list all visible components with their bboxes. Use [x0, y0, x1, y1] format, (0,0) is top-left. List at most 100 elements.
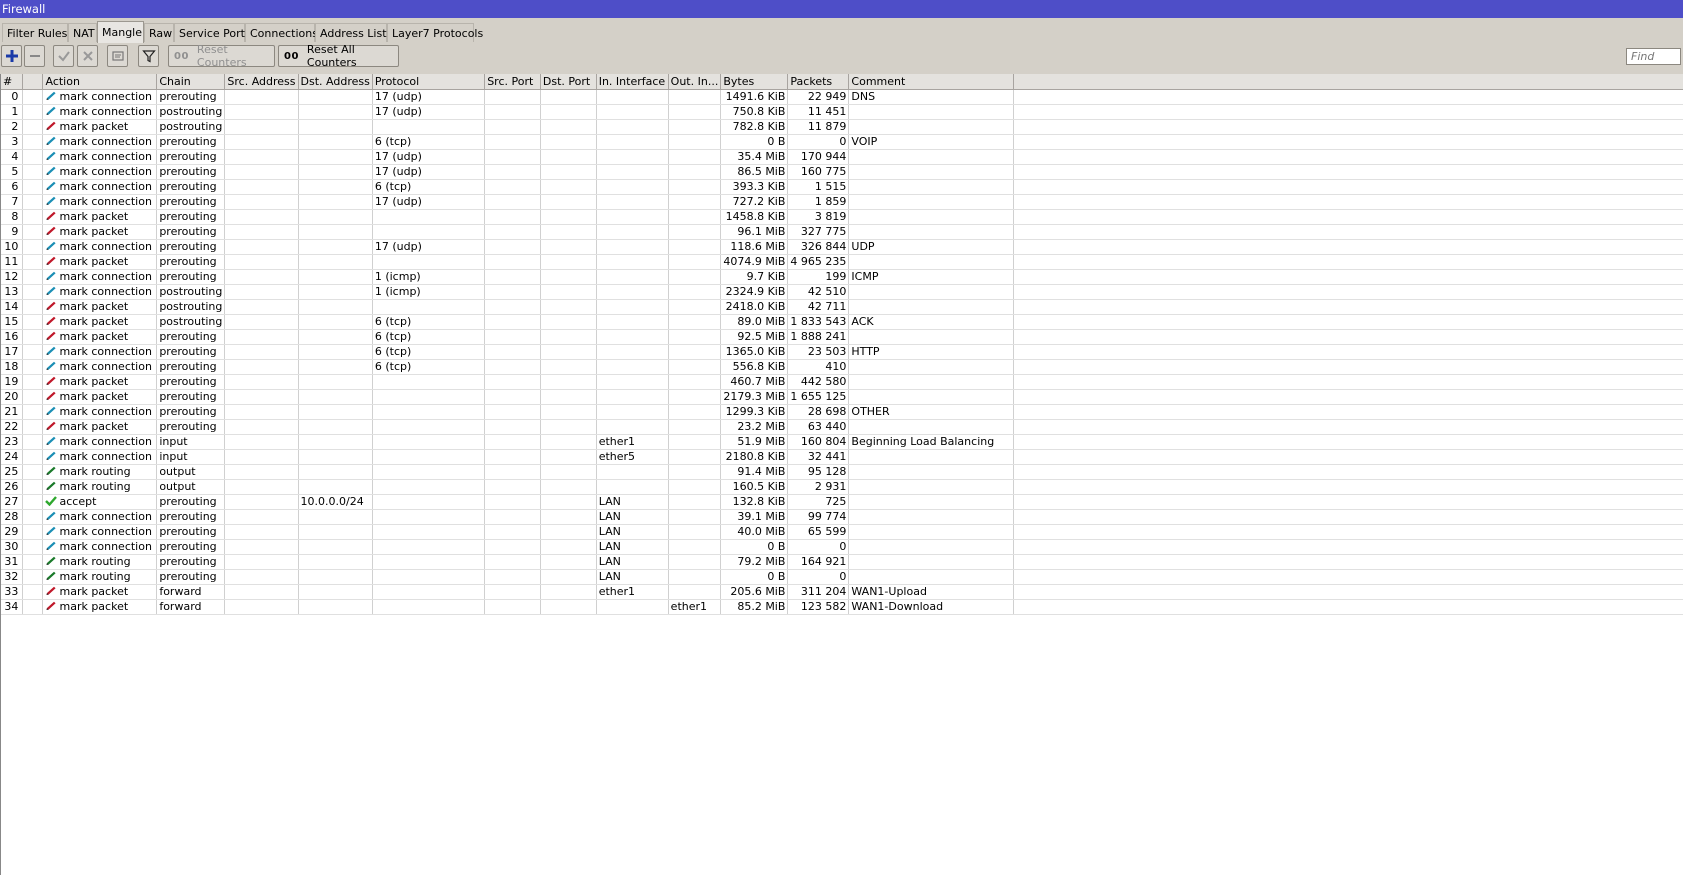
column-header-packets[interactable]: Packets: [787, 74, 850, 90]
table-row[interactable]: 16 mark packet prerouting 6 (tcp) 92.5 MiB 1 …: [1, 329, 1683, 345]
action-label: mark connection: [59, 270, 152, 283]
column-header-in-interface[interactable]: In. Interface: [596, 74, 669, 90]
dst-port-cell: [540, 194, 597, 210]
reset-counters-button[interactable]: 00 Reset Counters: [168, 43, 275, 69]
table-row[interactable]: 5 mark connection prerouting 17 (udp) 86.5 M…: [1, 164, 1683, 180]
chain-cell: postrouting: [156, 119, 226, 135]
table-row[interactable]: 26 mark routing output 160.5 KiB 2 931: [1, 479, 1683, 495]
dst-port-cell: [540, 404, 597, 420]
table-row[interactable]: 25 mark routing output 91.4 MiB 95 128: [1, 464, 1683, 480]
mark-packet-pencil-icon: [45, 601, 57, 611]
table-row[interactable]: 20 mark packet prerouting 2179.3 MiB 1 655 1…: [1, 389, 1683, 405]
table-row[interactable]: 15 mark packet postrouting 6 (tcp) 89.0 MiB 1…: [1, 314, 1683, 330]
action-cell: mark packet: [42, 419, 158, 435]
table-row[interactable]: 2 mark packet postrouting 782.8 KiB 11 879: [1, 119, 1683, 135]
in-interface-cell: [596, 419, 669, 435]
tab-connections[interactable]: Connections: [245, 23, 318, 42]
table-row[interactable]: 17 mark connection prerouting 6 (tcp) 1365.0…: [1, 344, 1683, 360]
column-header-comment[interactable]: Comment: [848, 74, 1015, 90]
row-flags: [22, 569, 44, 585]
src-port-cell: [484, 449, 541, 465]
column-header-src-port[interactable]: Src. Port: [484, 74, 541, 90]
table-row[interactable]: 13 mark connection postrouting 1 (icmp) 2324…: [1, 284, 1683, 300]
action-label: mark connection: [59, 525, 152, 538]
table-row[interactable]: 1 mark connection postrouting 17 (udp) 750.8…: [1, 104, 1683, 120]
table-row[interactable]: 7 mark connection prerouting 17 (udp) 727.2 …: [1, 194, 1683, 210]
add-button[interactable]: [1, 45, 22, 67]
table-row[interactable]: 30 mark connection prerouting LAN 0 B0: [1, 539, 1683, 555]
table-row[interactable]: 6 mark connection prerouting 6 (tcp) 393.3 K…: [1, 179, 1683, 195]
column-header-chain[interactable]: Chain: [156, 74, 226, 90]
table-row[interactable]: 34 mark packet forward ether1 85.2 MiB 123 58…: [1, 599, 1683, 615]
column-header-protocol[interactable]: Protocol: [372, 74, 486, 90]
in-interface-cell: [596, 194, 669, 210]
table-row[interactable]: 21 mark connection prerouting 1299.3 KiB 28 …: [1, 404, 1683, 420]
column-header-dst-address[interactable]: Dst. Address: [298, 74, 373, 90]
table-row[interactable]: 32 mark routing prerouting LAN 0 B0: [1, 569, 1683, 585]
remove-button[interactable]: [24, 45, 45, 67]
column-header-src-address[interactable]: Src. Address: [224, 74, 299, 90]
tab-layer7-protocols[interactable]: Layer7 Protocols: [387, 23, 483, 42]
packets-cell: 164 921: [787, 554, 850, 570]
table-row[interactable]: 27 accept prerouting 10.0.0.0/24 LAN 132.8 Ki…: [1, 494, 1683, 510]
table-row[interactable]: 33 mark packet forward ether1 205.6 MiB 311 2…: [1, 584, 1683, 600]
table-row[interactable]: 0 mark connection prerouting 17 (udp) 1491.6…: [1, 89, 1683, 105]
tab-service-ports[interactable]: Service Ports: [174, 23, 251, 42]
table-row[interactable]: 10 mark connection prerouting 17 (udp) 118.6…: [1, 239, 1683, 255]
src-address-cell: [224, 509, 299, 525]
src-address-cell: [224, 119, 299, 135]
src-port-cell: [484, 434, 541, 450]
disable-button[interactable]: [77, 45, 98, 67]
column-header-out-interface[interactable]: Out. In...: [668, 74, 722, 90]
src-address-cell: [224, 389, 299, 405]
table-row[interactable]: 18 mark connection prerouting 6 (tcp) 556.8 …: [1, 359, 1683, 375]
table-row[interactable]: 23 mark connection input ether1 51.9 MiB 160 …: [1, 434, 1683, 450]
action-cell: mark packet: [42, 209, 158, 225]
table-row[interactable]: 28 mark connection prerouting LAN 39.1 MiB 99…: [1, 509, 1683, 525]
src-address-cell: [224, 359, 299, 375]
column-header-action[interactable]: Action: [42, 74, 158, 90]
table-row[interactable]: 14 mark packet postrouting 2418.0 KiB 42 711: [1, 299, 1683, 315]
in-interface-cell: LAN: [596, 509, 669, 525]
tab-nat[interactable]: NAT: [68, 23, 97, 42]
table-row[interactable]: 9 mark packet prerouting 96.1 MiB 327 775: [1, 224, 1683, 240]
row-flags: [22, 179, 44, 195]
column-header-bytes[interactable]: Bytes: [720, 74, 789, 90]
comment-cell: [848, 509, 1015, 525]
bytes-cell: 91.4 MiB: [720, 464, 789, 480]
tab-mangle[interactable]: Mangle: [97, 21, 144, 43]
column-header-number[interactable]: #: [1, 74, 24, 90]
in-interface-cell: [596, 314, 669, 330]
reset-all-counters-button[interactable]: 00 Reset All Counters: [278, 43, 399, 69]
table-row[interactable]: 11 mark packet prerouting 4074.9 MiB 4 965 2…: [1, 254, 1683, 270]
comment-cell: [848, 104, 1015, 120]
column-header-flags[interactable]: [22, 74, 44, 90]
src-address-cell: [224, 194, 299, 210]
table-row[interactable]: 12 mark connection prerouting 1 (icmp) 9.7 K…: [1, 269, 1683, 285]
comment-button[interactable]: [107, 45, 128, 67]
action-label: mark connection: [59, 360, 152, 373]
dst-address-cell: [298, 164, 373, 180]
in-interface-cell: [596, 104, 669, 120]
table-row[interactable]: 8 mark packet prerouting 1458.8 KiB 3 819: [1, 209, 1683, 225]
action-cell: mark connection: [42, 539, 158, 555]
column-header-dst-port[interactable]: Dst. Port: [540, 74, 597, 90]
in-interface-cell: [596, 119, 669, 135]
filter-button[interactable]: [138, 45, 159, 67]
tab-raw[interactable]: Raw: [144, 23, 174, 42]
out-interface-cell: [668, 449, 722, 465]
find-input[interactable]: [1626, 48, 1681, 65]
table-row[interactable]: 3 mark connection prerouting 6 (tcp) 0 B 0 VOI…: [1, 134, 1683, 150]
row-filler: [1013, 254, 1683, 270]
tab-filter-rules[interactable]: Filter Rules: [2, 23, 68, 42]
enable-button[interactable]: [53, 45, 74, 67]
table-row[interactable]: 19 mark packet prerouting 460.7 MiB 442 580: [1, 374, 1683, 390]
table-row[interactable]: 31 mark routing prerouting LAN 79.2 MiB 164 9…: [1, 554, 1683, 570]
action-cell: mark connection: [42, 269, 158, 285]
table-row[interactable]: 29 mark connection prerouting LAN 40.0 MiB 65…: [1, 524, 1683, 540]
table-row[interactable]: 4 mark connection prerouting 17 (udp) 35.4 M…: [1, 149, 1683, 165]
table-row[interactable]: 24 mark connection input ether5 2180.8 KiB 32…: [1, 449, 1683, 465]
mark-packet-pencil-icon: [45, 421, 57, 431]
table-row[interactable]: 22 mark packet prerouting 23.2 MiB 63 440: [1, 419, 1683, 435]
tab-address-lists[interactable]: Address Lists: [315, 23, 392, 42]
